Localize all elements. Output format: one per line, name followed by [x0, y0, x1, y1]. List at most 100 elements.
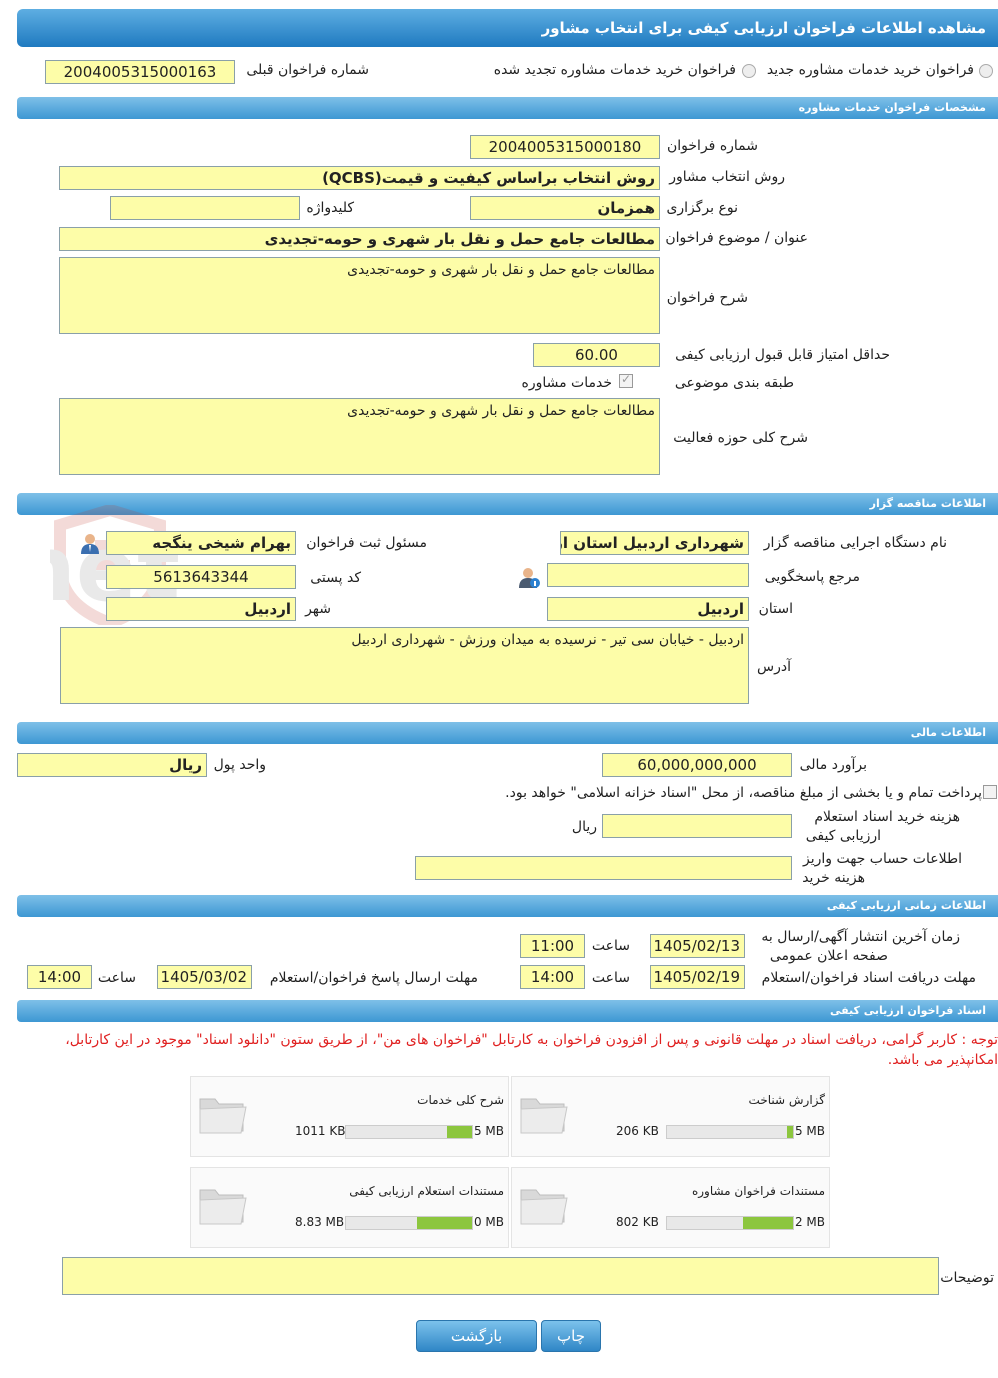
file-max-size: 5 MB	[794, 1124, 825, 1138]
radio-renewed-label: فراخوان خرید خدمات مشاوره تجدید شده	[493, 62, 736, 78]
folder-icon	[199, 1098, 247, 1134]
radio-new-label: فراخوان خرید خدمات مشاوره جدید	[766, 62, 974, 78]
scope-field: مطالعات جامع حمل و نقل بار شهری و حومه-ت…	[59, 398, 660, 475]
file-progress-bar	[345, 1216, 473, 1230]
file-max-size: 5 MB	[473, 1124, 504, 1138]
category-checkbox[interactable]	[619, 372, 633, 388]
category-value: خدمات مشاوره	[521, 375, 612, 391]
treasury-checkbox[interactable]	[983, 785, 997, 799]
ref-field	[547, 563, 749, 587]
section-docs: اسناد فراخوان ارزیابی کیفی	[17, 1000, 998, 1022]
currency-label: واحد پول	[213, 757, 266, 773]
method-field: روش انتخاب براساس کیفیت و قیمت(QCBS)	[59, 166, 660, 190]
subject-label: عنوان / موضوع فراخوان	[665, 230, 808, 246]
file-current-size: 1011 KB	[295, 1124, 346, 1138]
file-progress-bar	[345, 1125, 473, 1139]
user-avatar-icon[interactable]	[79, 532, 101, 554]
receive-time-field: 14:00	[520, 965, 585, 989]
folder-icon	[199, 1189, 247, 1225]
currency-field: ریال	[17, 753, 207, 777]
send-time-field: 14:00	[27, 965, 92, 989]
receive-date-field: 1405/02/19	[650, 965, 745, 989]
section-timing: اطلاعات زمانی ارزیابی کیفی	[17, 895, 998, 917]
radio-renewed-consult[interactable]	[742, 64, 756, 78]
file-progress-fill	[416, 1217, 472, 1229]
folder-icon	[520, 1189, 568, 1225]
treasury-text: پرداخت تمام و یا بخشی از مبلغ مناقصه، از…	[505, 785, 982, 801]
publish-time-field: 11:00	[520, 934, 585, 958]
desc-label: شرح فراخوان	[666, 290, 748, 306]
file-progress-fill	[786, 1126, 793, 1138]
file-title[interactable]: مستندات فراخوان مشاوره	[692, 1184, 825, 1198]
folder-icon	[520, 1098, 568, 1134]
receive-time-label: ساعت	[591, 970, 630, 986]
registrar-label: مسئول ثبت فراخوان	[306, 535, 427, 551]
file-max-size: 2 MB	[794, 1215, 825, 1229]
user-info-icon[interactable]	[518, 566, 540, 588]
file-title[interactable]: گزارش شناخت	[749, 1093, 825, 1107]
keyword-label: کلیدواژه	[306, 200, 354, 216]
consult-number-label: شماره فراخوان	[667, 138, 758, 154]
type-field: همزمان	[470, 196, 660, 220]
file-title[interactable]: مستندات استعلام ارزیابی کیفی	[349, 1184, 504, 1198]
keyword-field	[110, 196, 300, 220]
file-current-size: 802 KB	[616, 1215, 659, 1229]
back-button[interactable]: بازگشت	[416, 1320, 537, 1352]
receive-label: مهلت دریافت اسناد فراخوان/استعلام	[761, 970, 976, 986]
type-label: نوع برگزاری	[666, 200, 738, 216]
publish-date-field: 1405/02/13	[650, 934, 745, 958]
org-label: نام دستگاه اجرایی مناقصه گزار	[763, 535, 947, 551]
estimate-label: برآورد مالی	[799, 757, 867, 773]
category-label: طبقه بندی موضوعی	[674, 375, 794, 391]
file-progress-fill	[742, 1217, 793, 1229]
file-current-size: 206 KB	[616, 1124, 659, 1138]
publish-time-label: ساعت	[591, 938, 630, 954]
desc-field: مطالعات جامع حمل و نقل بار شهری و حومه-ت…	[59, 257, 660, 334]
file-progress-bar	[666, 1216, 794, 1230]
province-label: استان	[758, 601, 793, 617]
subject-field: مطالعات جامع حمل و نقل بار شهری و حومه-ت…	[59, 227, 660, 251]
postal-label: کد پستی	[310, 570, 361, 586]
method-label: روش انتخاب مشاور	[669, 169, 785, 185]
file-title[interactable]: شرح کلی خدمات	[417, 1093, 504, 1107]
city-label: شهر	[305, 601, 331, 617]
docfee-unit: ریال	[571, 819, 597, 835]
account-label-2: هزینه خرید	[802, 870, 865, 886]
file-card[interactable]: گزارش شناخت 5 MB 206 KB	[511, 1076, 830, 1157]
section-finance: اطلاعات مالی	[17, 722, 998, 744]
file-progress-bar	[666, 1125, 794, 1139]
registrar-field: بهرام شیخی ینگجه	[106, 531, 296, 555]
file-card[interactable]: مستندات استعلام ارزیابی کیفی 20 MB 8.83 MB	[190, 1167, 509, 1248]
docfee-label-2: ارزیابی کیفی	[805, 828, 881, 844]
account-field	[415, 856, 792, 880]
notes-label: توضیحات	[940, 1270, 994, 1286]
file-progress-fill	[446, 1126, 472, 1138]
minscore-field: 60.00	[533, 343, 660, 367]
estimate-field: 60,000,000,000	[602, 753, 792, 777]
docs-notice-2: امکانپذیر می باشد.	[887, 1052, 998, 1068]
send-date-field: 1405/03/02	[157, 965, 252, 989]
ref-label: مرجع پاسخگویی	[764, 569, 860, 585]
notes-field	[62, 1257, 939, 1295]
consult-number-field: 2004005315000180	[470, 135, 660, 159]
address-field: اردبیل - خیابان سی تیر - نرسیده به میدان…	[60, 627, 749, 704]
file-card[interactable]: شرح کلی خدمات 5 MB 1011 KB	[190, 1076, 509, 1157]
send-label: مهلت ارسال پاسخ فراخوان/استعلام	[269, 970, 478, 986]
radio-new-consult[interactable]	[979, 64, 993, 78]
send-time-label: ساعت	[97, 970, 136, 986]
prev-number-field: 2004005315000163	[45, 60, 235, 84]
docs-notice-1: توجه : کاربر گرامی، دریافت اسناد در مهلت…	[65, 1032, 998, 1048]
city-field: اردبیل	[106, 597, 296, 621]
section-consult: مشخصات فراخوان خدمات مشاوره	[17, 97, 998, 119]
org-field: شهرداری اردبیل استان اردبیل	[560, 531, 749, 555]
publish-label-1: زمان آخرین انتشار آگهی/ارسال به	[761, 929, 960, 945]
prev-number-label: شماره فراخوان قبلی	[246, 62, 369, 78]
account-label-1: اطلاعات حساب جهت واریز	[802, 851, 962, 867]
docfee-field	[602, 814, 792, 838]
province-field: اردبیل	[547, 597, 749, 621]
file-card[interactable]: مستندات فراخوان مشاوره 2 MB 802 KB	[511, 1167, 830, 1248]
address-label: آدرس	[757, 659, 791, 675]
publish-label-2: صفحه اعلان عمومی	[769, 948, 888, 964]
postal-field: 5613643344	[106, 565, 296, 589]
print-button[interactable]: چاپ	[541, 1320, 601, 1352]
